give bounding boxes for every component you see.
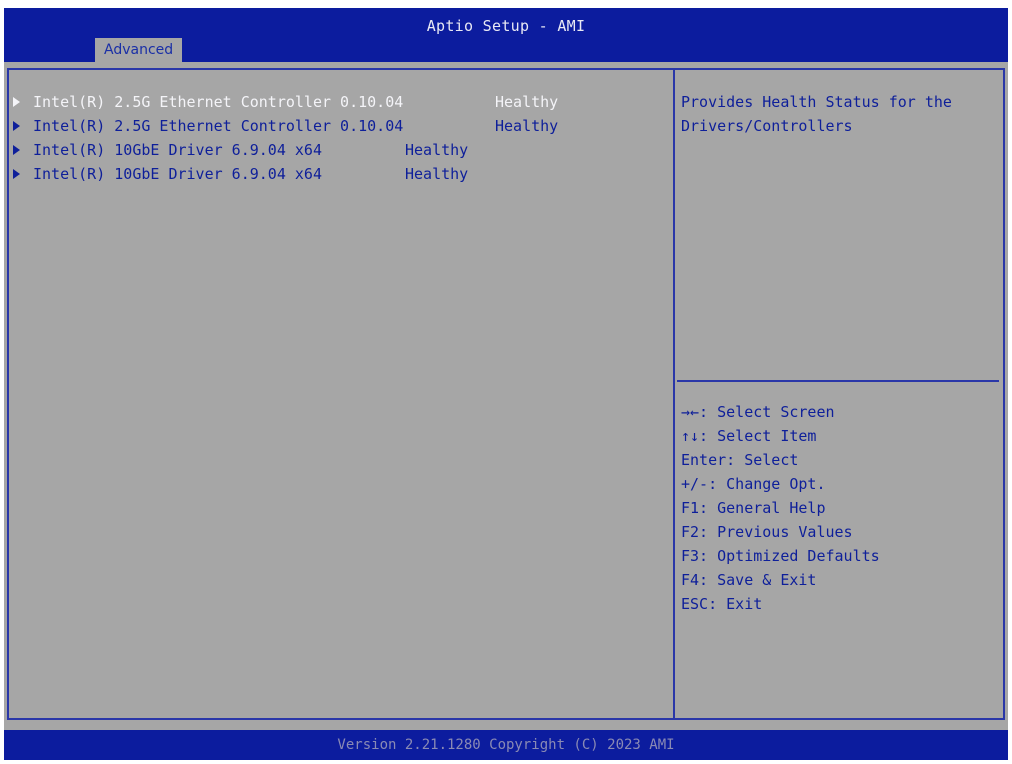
bios-screen: Aptio Setup - AMI Advanced Intel(R) 2.5G… [4,8,1008,760]
header-bar: Aptio Setup - AMI Advanced [4,8,1008,62]
menu-item-10gbe-driver-2[interactable]: Intel(R) 10GbE Driver 6.9.04 x64 Healthy [13,162,468,186]
submenu-arrow-icon [13,169,20,179]
help-pane: Provides Health Status for the Drivers/Co… [675,70,1003,718]
menu-item-ethernet-controller-2[interactable]: Intel(R) 2.5G Ethernet Controller 0.10.0… [13,114,558,138]
key-hint-previous-values: F2: Previous Values [681,523,853,541]
help-description: Provides Health Status for the Drivers/Co… [681,90,997,138]
main-frame: Intel(R) 2.5G Ethernet Controller 0.10.0… [7,68,1005,720]
key-hint-change-opt: +/-: Change Opt. [681,475,826,493]
tab-advanced[interactable]: Advanced [95,38,183,62]
key-hint-select-screen: →←: Select Screen [681,403,835,421]
help-line: Provides Health Status for the [681,93,952,111]
menu-pane: Intel(R) 2.5G Ethernet Controller 0.10.0… [9,70,675,718]
menu-item-label: Intel(R) 2.5G Ethernet Controller 0.10.0… [33,93,404,111]
footer-version: Version 2.21.1280 Copyright (C) 2023 AMI [4,730,1008,760]
key-hint-select-item: ↑↓: Select Item [681,427,817,445]
submenu-arrow-icon [13,121,20,131]
menu-item-status: Healthy [495,93,559,111]
menu-item-status: Healthy [405,141,469,159]
help-divider [677,380,999,382]
key-hint-general-help: F1: General Help [681,499,826,517]
submenu-arrow-icon [13,97,20,107]
menu-item-status: Healthy [405,165,469,183]
key-hint-save-exit: F4: Save & Exit [681,571,817,589]
menu-item-label: Intel(R) 2.5G Ethernet Controller 0.10.0… [33,117,404,135]
menu-item-label: Intel(R) 10GbE Driver 6.9.04 x64 [33,141,322,159]
submenu-arrow-icon [13,145,20,155]
menu-item-ethernet-controller-1[interactable]: Intel(R) 2.5G Ethernet Controller 0.10.0… [13,90,558,114]
menu-item-label: Intel(R) 10GbE Driver 6.9.04 x64 [33,165,322,183]
menu-item-status: Healthy [495,117,559,135]
key-hint-enter: Enter: Select [681,451,799,469]
key-hint-esc-exit: ESC: Exit [681,595,763,613]
help-line: Drivers/Controllers [681,117,853,135]
key-legend: →←: Select Screen ↑↓: Select Item Enter:… [681,400,880,616]
window-title: Aptio Setup - AMI [426,17,586,35]
menu-item-list: Intel(R) 2.5G Ethernet Controller 0.10.0… [13,90,558,186]
menu-item-10gbe-driver-1[interactable]: Intel(R) 10GbE Driver 6.9.04 x64 Healthy [13,138,468,162]
key-hint-optimized-defaults: F3: Optimized Defaults [681,547,880,565]
